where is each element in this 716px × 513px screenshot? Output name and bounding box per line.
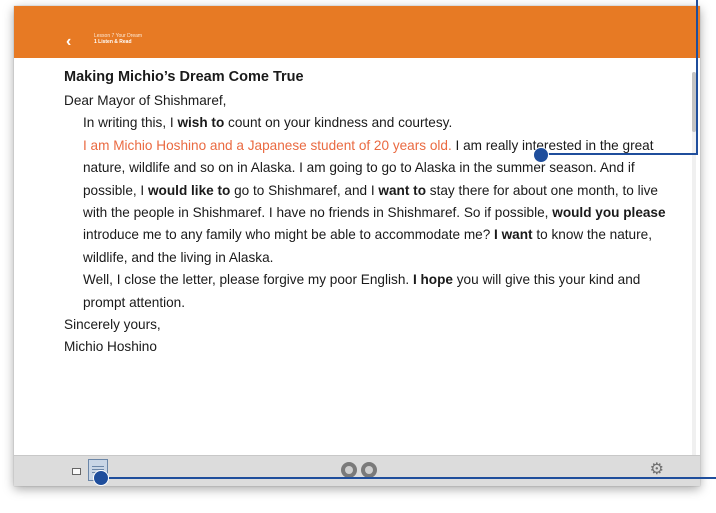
text: Well, I close the letter, please forgive… — [83, 272, 413, 288]
signature: Michio Hoshino — [64, 339, 157, 355]
highlighted-sentence[interactable]: I am Michio Hoshino and a Japanese stude… — [83, 138, 452, 153]
paragraph-1: In writing this, I wish to count on your… — [64, 112, 674, 134]
text: go to Shishmaref, and I — [230, 182, 379, 198]
app-window: ‹ Lesson 7 Your Dream 1 Listen & Read Ma… — [14, 6, 700, 486]
callout-line — [100, 477, 716, 479]
closing: Sincerely yours, — [64, 317, 161, 333]
breadcrumb[interactable]: Lesson 7 Your Dream 1 Listen & Read — [94, 33, 142, 45]
key-phrase: wish to — [177, 115, 225, 131]
key-phrase: want to — [378, 182, 426, 198]
text: count on your kindness and courtesy. — [224, 115, 453, 131]
key-phrase: I want — [494, 227, 533, 243]
key-phrase: would you please — [552, 205, 666, 221]
callout-line — [541, 153, 698, 155]
page-toggle-icon[interactable] — [72, 468, 81, 475]
back-icon[interactable]: ‹ — [66, 33, 71, 51]
letter-content: Making Michio’s Dream Come True Dear May… — [64, 66, 674, 359]
key-phrase: I hope — [412, 272, 453, 288]
play-button-icon[interactable] — [341, 462, 357, 478]
key-phrase: would like to — [147, 182, 231, 198]
header-bar: ‹ Lesson 7 Your Dream 1 Listen & Read — [14, 6, 700, 58]
pause-button-icon[interactable] — [361, 462, 377, 478]
callout-dot — [93, 470, 109, 486]
paragraph-3: Well, I close the letter, please forgive… — [64, 269, 674, 314]
callout-line — [696, 0, 698, 155]
text: In writing this, I — [83, 115, 178, 131]
bottom-toolbar: ⚙ — [14, 455, 700, 486]
breadcrumb-section: 1 Listen & Read — [94, 39, 132, 45]
callout-dot — [533, 147, 549, 163]
letter-title: Making Michio’s Dream Come True — [64, 69, 304, 85]
salutation: Dear Mayor of Shishmaref, — [64, 93, 227, 108]
text: introduce me to any family who might be … — [83, 227, 495, 243]
